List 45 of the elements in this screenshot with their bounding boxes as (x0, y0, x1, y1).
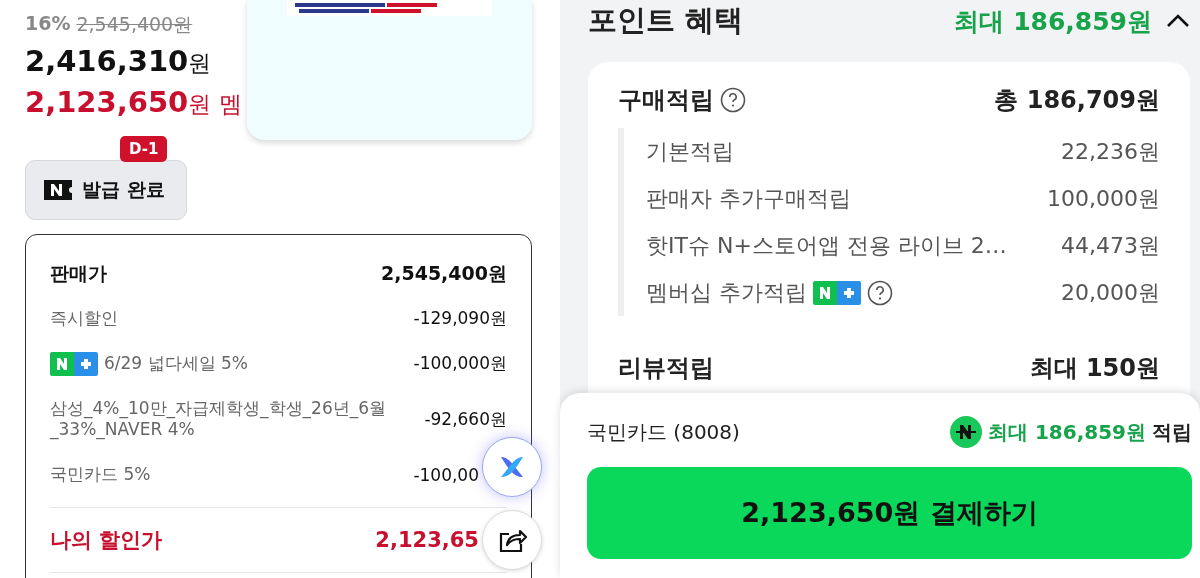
pay-button[interactable]: 2,123,650원 결제하기 (587, 467, 1192, 559)
price-value: 2,545,400원 (381, 260, 507, 286)
discount-rate: 16% (25, 12, 71, 36)
points-suffix: 적립 (1152, 419, 1192, 445)
points-item-value: 44,473원 (1061, 231, 1160, 260)
points-item-label: 판매자 추가구매적립 (646, 184, 851, 213)
price-value: -92,660원 (424, 407, 507, 431)
naver-n-icon (44, 180, 72, 200)
points-item-label: 멤버십 추가적립 (646, 278, 893, 307)
points-item-value: 22,236원 (1061, 137, 1160, 166)
help-icon[interactable] (720, 87, 746, 113)
section-title: 포인트 혜택 (588, 2, 744, 39)
purchase-points-total: 총 186,709원 (994, 85, 1160, 116)
member-price: 2,123,650원 멤 (25, 85, 242, 120)
share-button[interactable] (482, 510, 542, 570)
chevron-up-icon[interactable] (1166, 13, 1190, 29)
sale-price: 2,416,310원 (25, 44, 213, 79)
price-value: 2,123,65 (375, 528, 479, 552)
price-label: 즉시할인 (50, 307, 118, 330)
help-icon[interactable] (867, 279, 893, 306)
original-price: 2,545,400원 (76, 12, 193, 37)
naver-plus-badge-icon (813, 280, 861, 305)
price-label: 국민카드 5% (50, 463, 151, 486)
coupon-button[interactable]: 발급 완료 (25, 160, 187, 220)
naver-plus-badge-icon (50, 351, 98, 376)
price-value: -100,00 (413, 464, 479, 485)
price-label: 삼성_4%_10만_자급제학생_학생_26년_6월_33%_NAVER 4% (50, 397, 388, 441)
max-points: 최대 186,859원 (987, 419, 1146, 445)
price-value: -100,000원 (413, 352, 507, 375)
payment-card[interactable]: 국민카드 (8008) (587, 419, 740, 445)
price-value: -129,090원 (413, 307, 507, 330)
naver-points-icon (949, 416, 982, 448)
price-label: 6/29 넓다세일 5% (50, 351, 248, 376)
price-label: 판매가 (50, 261, 107, 286)
points-item-value: 20,000원 (1061, 278, 1160, 307)
points-item-label: 핫IT슈 N+스토어앱 전용 라이브 2… (646, 231, 1007, 260)
price-label: 나의 할인가 (50, 526, 163, 554)
ai-assistant-button[interactable] (482, 437, 542, 497)
points-item-value: 100,000원 (1047, 184, 1160, 213)
points-item-label: 기본적립 (646, 137, 734, 166)
review-points-title: 리뷰적립 (618, 353, 714, 383)
review-points-value: 최대 150원 (1029, 353, 1160, 384)
max-points: 최대 186,859원 (954, 5, 1152, 38)
purchase-points-title: 구매적립 (618, 85, 746, 115)
deadline-badge: D-1 (120, 136, 168, 162)
